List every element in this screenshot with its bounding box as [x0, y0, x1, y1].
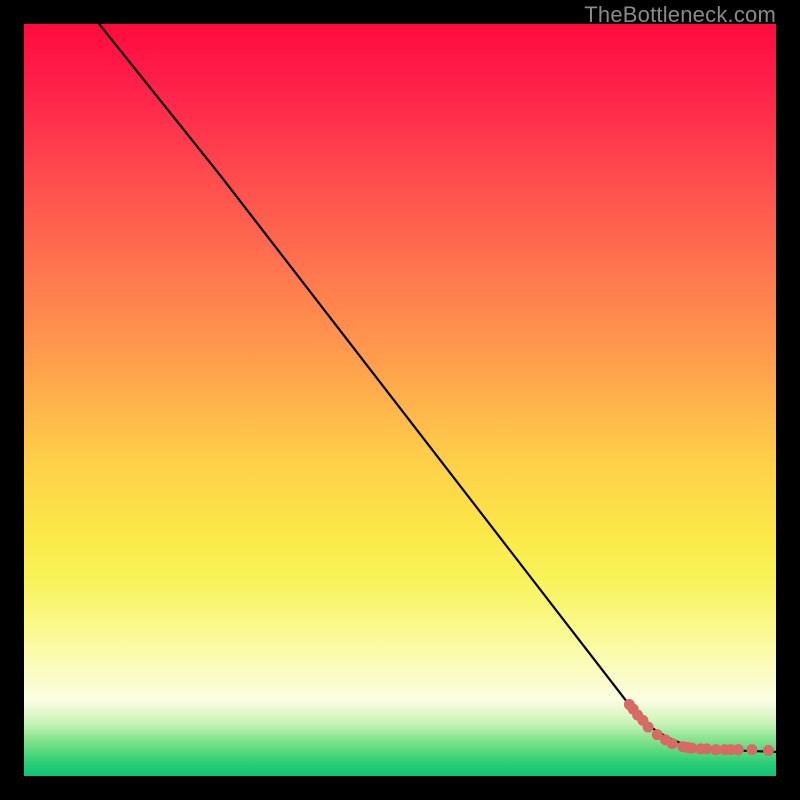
dot	[746, 744, 757, 755]
chart-frame: TheBottleneck.com	[0, 0, 800, 800]
dot	[667, 738, 678, 749]
chart-svg	[24, 24, 776, 776]
dot	[763, 745, 774, 756]
dot	[643, 722, 654, 733]
series-dots	[624, 699, 774, 756]
dot	[733, 744, 744, 755]
series-curve	[99, 24, 776, 752]
plot-area	[24, 24, 776, 776]
